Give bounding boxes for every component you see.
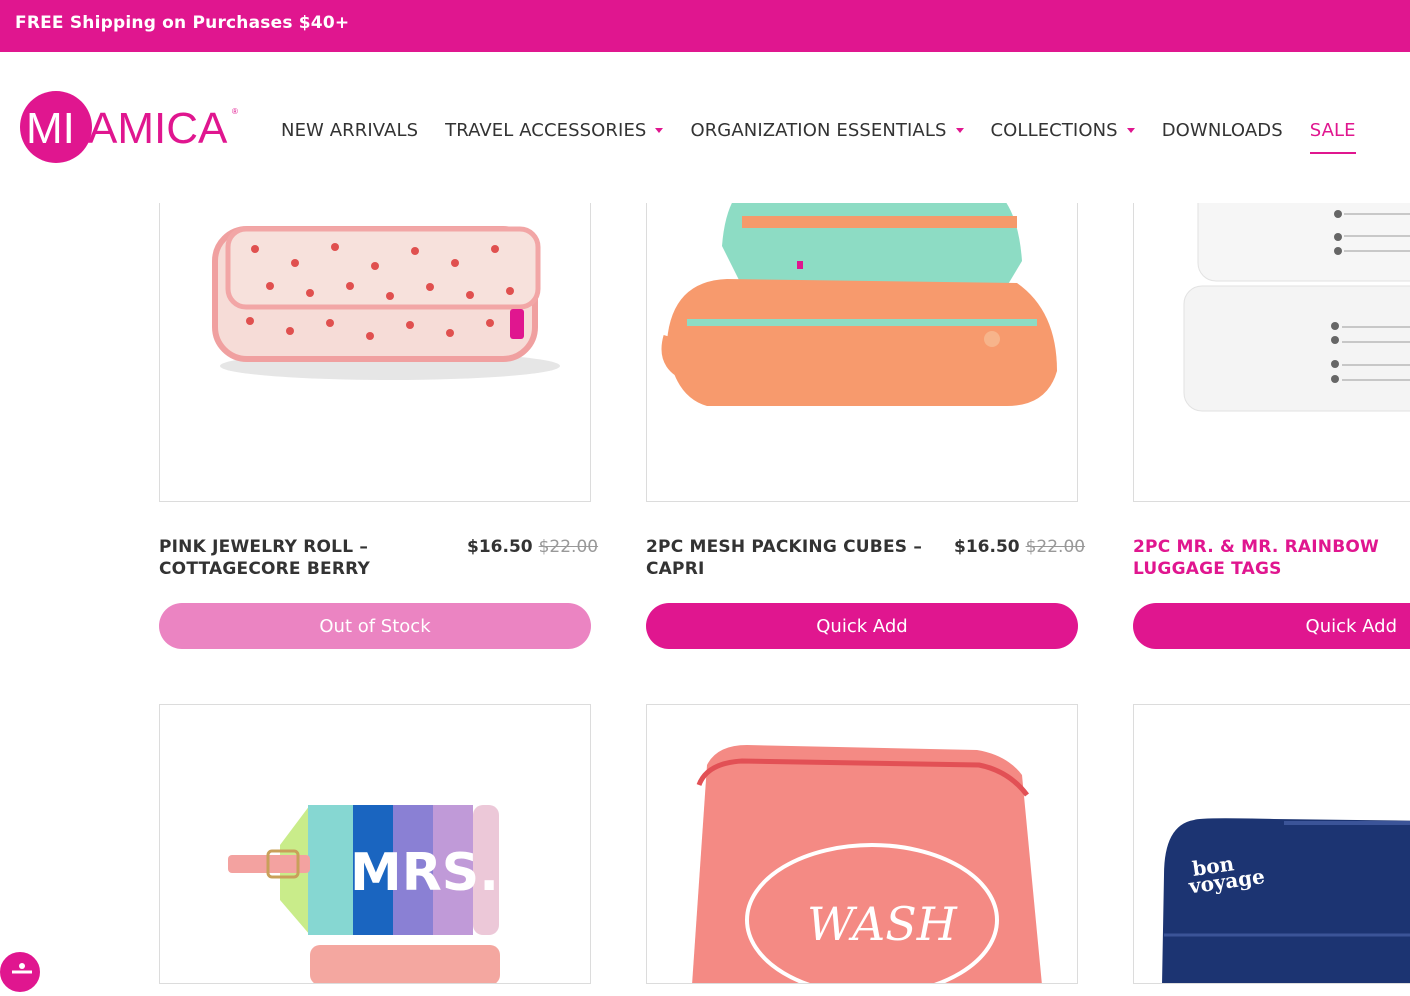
sale-price: $16.50 bbox=[467, 537, 533, 557]
chevron-down-icon bbox=[955, 127, 964, 133]
nav-label: DOWNLOADS bbox=[1161, 119, 1283, 141]
nav-downloads[interactable]: DOWNLOADS bbox=[1162, 120, 1283, 141]
nav-travel-accessories[interactable]: TRAVEL ACCESSORIES bbox=[445, 119, 664, 141]
nav-label: TRAVEL ACCESSORIES bbox=[445, 119, 647, 141]
nav-collections[interactable]: COLLECTIONS bbox=[991, 120, 1135, 141]
mrs-tag-text: MRS. bbox=[350, 843, 499, 903]
quick-add-label: Quick Add bbox=[1305, 615, 1397, 637]
chevron-down-icon bbox=[1126, 127, 1135, 133]
original-price: $22.00 bbox=[1025, 537, 1086, 557]
svg-text:AMICA: AMICA bbox=[88, 104, 228, 153]
product-image-wash-bag[interactable]: WASH bbox=[646, 704, 1078, 984]
product-title-1[interactable]: PINK JEWELRY ROLL – COTTAGECORE BERRY bbox=[159, 536, 439, 580]
nav-label: ORGANIZATION ESSENTIALS bbox=[690, 119, 947, 141]
out-of-stock-button[interactable]: Out of Stock bbox=[159, 603, 591, 649]
svg-text:MI: MI bbox=[26, 104, 75, 153]
original-price: $22.00 bbox=[538, 537, 599, 557]
quick-add-button[interactable]: Quick Add bbox=[1133, 603, 1410, 649]
product-title-3[interactable]: 2PC MR. & MR. RAINBOW LUGGAGE TAGS bbox=[1133, 536, 1410, 580]
promo-bar: FREE Shipping on Purchases $40+ bbox=[0, 0, 1410, 52]
product-price-1: $16.50 $22.00 bbox=[467, 537, 598, 557]
nav-organization-essentials[interactable]: ORGANIZATION ESSENTIALS bbox=[690, 119, 964, 141]
main-nav: NEW ARRIVALS TRAVEL ACCESSORIES ORGANIZA… bbox=[281, 118, 1356, 154]
site-header: MI AMICA ® NEW ARRIVALS TRAVEL ACCESSORI… bbox=[0, 52, 1410, 203]
nav-new-arrivals[interactable]: NEW ARRIVALS bbox=[281, 120, 418, 141]
product-image-mrs-tag[interactable]: MRS. bbox=[159, 704, 591, 984]
nav-label: NEW ARRIVALS bbox=[281, 119, 419, 141]
nav-label: SALE bbox=[1309, 119, 1356, 141]
sale-price: $16.50 bbox=[954, 537, 1020, 557]
product-image-navy-bag[interactable]: bon voyage bbox=[1133, 704, 1410, 984]
product-title-2[interactable]: 2PC MESH PACKING CUBES – CAPRI bbox=[646, 536, 936, 580]
nav-sale[interactable]: SALE bbox=[1309, 119, 1356, 154]
accessibility-icon[interactable] bbox=[0, 950, 42, 994]
chevron-down-icon bbox=[655, 127, 664, 133]
promo-text: FREE Shipping on Purchases $40+ bbox=[15, 13, 350, 33]
svg-text:®: ® bbox=[232, 107, 238, 116]
product-price-2: $16.50 $22.00 bbox=[954, 537, 1085, 557]
nav-label: COLLECTIONS bbox=[990, 119, 1118, 141]
wash-bag-text: WASH bbox=[807, 897, 958, 951]
miamica-logo[interactable]: MI AMICA ® bbox=[18, 90, 243, 165]
quick-add-button[interactable]: Quick Add bbox=[646, 603, 1078, 649]
